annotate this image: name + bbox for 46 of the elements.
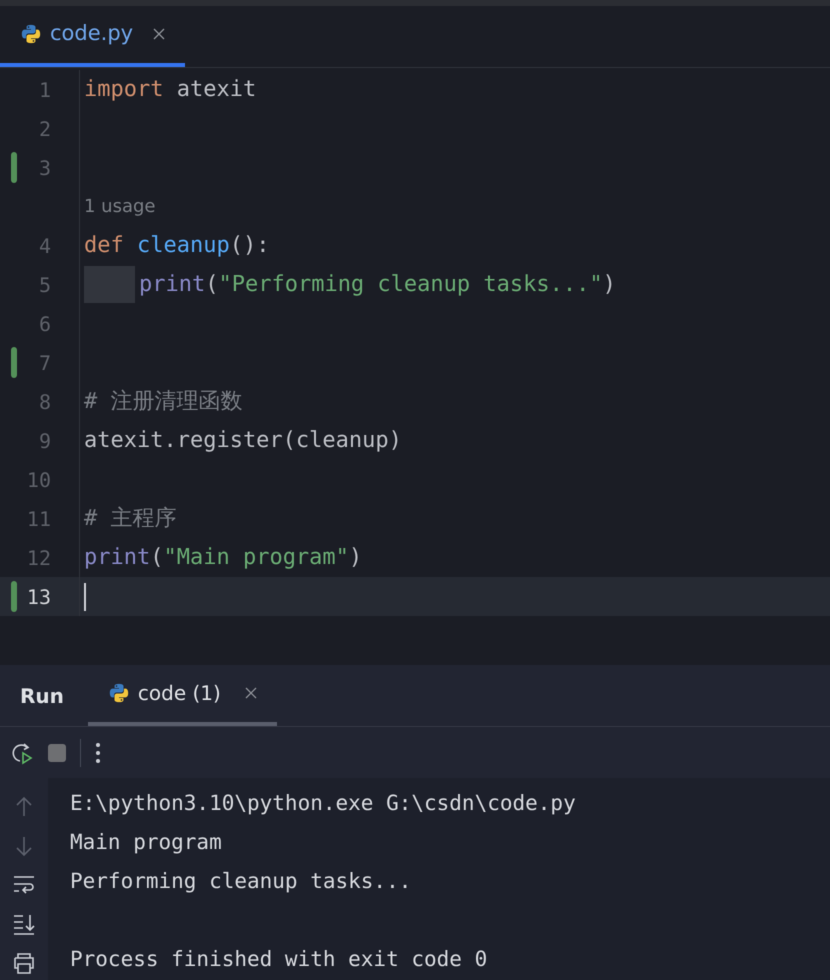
code-line: import atexit [84,76,256,104]
console-line: E:\python3.10\python.exe G:\csdn\code.py [70,790,577,817]
line-number: 2 [38,116,51,142]
soft-wrap-icon[interactable] [12,874,36,896]
line-number: 11 [26,506,51,532]
code-line: def cleanup(): [84,232,270,260]
code-line: print("Performing cleanup tasks...") [139,271,616,299]
editor-tab[interactable]: code.py [0,5,186,67]
line-number: 13 [26,584,51,610]
up-arrow-icon[interactable] [14,796,34,818]
console-line: Process finished with exit code 0 [70,946,488,973]
code-line: print("Main program") [84,544,362,572]
text-cursor [84,582,86,610]
code-line: # 主程序 [84,505,176,533]
line-number: 1 [38,76,51,104]
down-arrow-icon[interactable] [14,835,34,857]
change-marker[interactable] [11,347,17,378]
stop-icon[interactable] [48,744,66,762]
line-number: 12 [26,544,51,572]
run-tab[interactable]: code (1) [88,664,277,726]
console-line: Performing cleanup tasks... [70,868,412,895]
line-number: 10 [26,466,51,494]
line-number: 8 [38,388,51,416]
tab-label: code (1) [138,680,221,707]
line-number: 5 [38,272,51,298]
python-icon [20,23,42,45]
rerun-icon[interactable] [10,740,34,764]
line-number: 3 [38,154,51,182]
close-icon[interactable] [244,687,257,699]
line-number: 9 [38,428,51,454]
more-icon[interactable] [95,742,101,764]
print-icon[interactable] [12,952,36,974]
python-icon [108,682,130,704]
console-line: Main program [70,829,223,856]
line-number: 6 [38,310,51,338]
scroll-to-end-icon[interactable] [12,913,36,935]
line-number: 7 [38,350,51,376]
tab-label: code.py [50,20,134,48]
code-line: # 注册清理函数 [84,388,242,416]
code-line: atexit.register(cleanup) [84,427,402,455]
close-icon[interactable] [153,28,166,40]
panel-title: Run [20,682,64,710]
line-number: 4 [38,232,51,260]
change-marker[interactable] [11,581,17,612]
usage-hint[interactable]: 1 usage [84,193,156,220]
change-marker[interactable] [11,152,17,183]
